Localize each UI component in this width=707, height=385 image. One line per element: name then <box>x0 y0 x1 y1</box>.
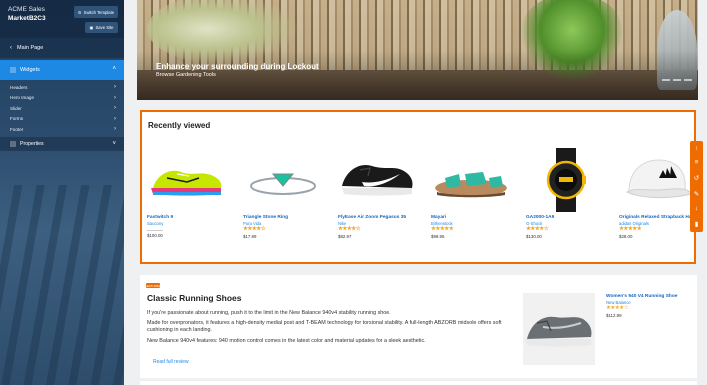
chevron-right-icon: › <box>114 126 116 133</box>
product-price: $28.00 <box>619 234 633 240</box>
product-price: $82.97 <box>338 234 352 240</box>
product-price: $130.00 <box>526 234 542 240</box>
article-widget[interactable]: FEATURED Classic Running Shoes If you're… <box>140 275 697 378</box>
slider-indicators <box>662 79 692 81</box>
section-title: Recently viewed <box>148 121 211 130</box>
save-icon: ▣ <box>89 25 94 30</box>
grid-icon <box>10 67 16 73</box>
product-rating: ★★★★☆ <box>243 226 266 233</box>
chevron-right-icon: › <box>114 84 116 91</box>
next-widget-edge <box>140 381 697 385</box>
hero-shade <box>137 50 698 100</box>
product-rating: ★★★★☆ <box>606 304 629 311</box>
chevron-right-icon: › <box>114 105 116 112</box>
sidebar-item-label: Hero Image <box>10 95 35 101</box>
chevron-down-icon: ˅ <box>112 140 116 147</box>
widgets-label: Widgets <box>20 67 40 73</box>
chevron-left-icon: ‹ <box>10 45 12 51</box>
hero-subtitle[interactable]: Browse Gardening Tools <box>156 72 216 78</box>
main-page-link[interactable]: ‹ Main Page <box>0 38 124 58</box>
chevron-right-icon: › <box>114 115 116 122</box>
product-image[interactable] <box>338 148 418 212</box>
widget-toolbar: ↑ ≡ ↺ ✎ ↓ ▮ <box>690 141 703 232</box>
product-price: $100.00 <box>147 233 163 239</box>
main-page-label: Main Page <box>17 45 44 51</box>
product-card[interactable]: FlyEase Air Zoom Pegasus 35 Nike ★★★★☆ $… <box>338 148 424 239</box>
sidebar-item-label: Footer <box>10 126 24 132</box>
product-info: FlyEase Air Zoom Pegasus 35 Nike ★★★★☆ $… <box>338 215 426 240</box>
save-site-button[interactable]: ▣ Save Site <box>85 22 118 33</box>
slider-dot[interactable] <box>673 79 681 81</box>
product-image[interactable] <box>523 293 595 365</box>
sidebar-item-label: Forms <box>10 116 24 122</box>
grid-icon <box>10 140 16 147</box>
widgets-section-header[interactable]: Widgets ˄ <box>0 60 124 80</box>
product-price: $99.95 <box>431 234 445 240</box>
chevron-right-icon: › <box>114 94 116 101</box>
sidebar-item-hero-image[interactable]: Hero Image › <box>0 93 124 104</box>
product-card[interactable]: Mayari Birkenstock ★★★★★ $99.95 <box>431 148 517 239</box>
product-rating: ★★★★☆ <box>338 226 361 233</box>
product-price: $112.99 <box>606 312 622 318</box>
product-card[interactable]: GA2000-1A9 G-Shock ★★★★☆ $130.00 <box>526 148 612 239</box>
gear-icon: ⚙ <box>77 9 82 15</box>
article-paragraph: Made for overpronators, it features a hi… <box>147 320 502 333</box>
product-image[interactable] <box>243 148 323 212</box>
article-title: Classic Running Shoes <box>147 293 242 303</box>
hero-banner[interactable]: Enhance your surrounding during Lockout … <box>137 0 698 100</box>
product-image[interactable] <box>147 148 227 212</box>
save-site-label: Save Site <box>95 25 114 30</box>
arrow-up-icon[interactable]: ↑ <box>695 145 698 152</box>
featured-badge: FEATURED <box>145 283 161 288</box>
product-rating: ★★★★☆ <box>526 226 549 233</box>
menu-icon[interactable]: ≡ <box>695 159 699 166</box>
product-name[interactable]: Women's 940 V4 Running Shoe <box>606 294 686 300</box>
read-full-review-link[interactable]: Read full review <box>153 359 189 365</box>
sidebar: ACME Sales MarketB2C3 ⚙ Switch Template … <box>0 0 124 385</box>
slider-dot[interactable] <box>662 79 670 81</box>
product-image[interactable] <box>619 148 699 212</box>
delete-icon[interactable]: ▮ <box>695 220 699 228</box>
product-info: Mayari Birkenstock ★★★★★ $99.95 <box>431 215 519 240</box>
product-info: Fastwitch 9 Saucony $100.00 <box>147 215 235 239</box>
sidebar-item-slider[interactable]: Slider › <box>0 103 124 114</box>
slider-dot[interactable] <box>684 79 692 81</box>
sidebar-item-label: Headers <box>10 84 28 90</box>
product-image[interactable] <box>526 148 606 212</box>
product-price: $17.99 <box>243 234 257 240</box>
hero-title: Enhance your surrounding during Lockout <box>156 62 319 71</box>
product-rating: ★★★★★ <box>431 226 454 233</box>
article-paragraph: If you're passionate about running, push… <box>147 310 391 316</box>
product-image[interactable] <box>431 148 511 212</box>
product-rating <box>147 226 163 232</box>
chevron-up-icon: ˄ <box>112 66 116 72</box>
product-card[interactable]: Fastwitch 9 Saucony $100.00 <box>147 148 233 238</box>
switch-template-button[interactable]: ⚙ Switch Template <box>74 6 118 18</box>
history-icon[interactable]: ↺ <box>694 174 699 182</box>
recently-viewed-widget[interactable]: Recently viewed Fastwitch 9 Saucony $100… <box>140 110 696 264</box>
article-paragraph: New Balance 940v4 features: 940 motion c… <box>147 338 426 344</box>
sidebar-header: ACME Sales MarketB2C3 ⚙ Switch Template … <box>0 0 124 38</box>
edit-icon[interactable]: ✎ <box>694 190 699 198</box>
properties-section-header[interactable]: Properties ˅ <box>0 136 124 151</box>
properties-label: Properties <box>20 140 44 147</box>
featured-product-info: Women's 940 V4 Running Shoe New Balance … <box>606 294 686 318</box>
product-info: GA2000-1A9 G-Shock ★★★★☆ $130.00 <box>526 215 614 240</box>
product-info: Triangle Stone Ring Pura Vida ★★★★☆ $17.… <box>243 215 331 240</box>
arrow-down-icon[interactable]: ↓ <box>695 205 698 212</box>
sidebar-item-label: Slider <box>10 105 22 111</box>
sidebar-item-headers[interactable]: Headers › <box>0 82 124 93</box>
sidebar-item-forms[interactable]: Forms › <box>0 114 124 125</box>
sidebar-item-footer[interactable]: Footer › <box>0 124 124 135</box>
switch-template-label: Switch Template <box>83 9 115 15</box>
product-card[interactable]: Triangle Stone Ring Pura Vida ★★★★☆ $17.… <box>243 148 329 239</box>
product-brand: Saucony <box>147 220 164 226</box>
